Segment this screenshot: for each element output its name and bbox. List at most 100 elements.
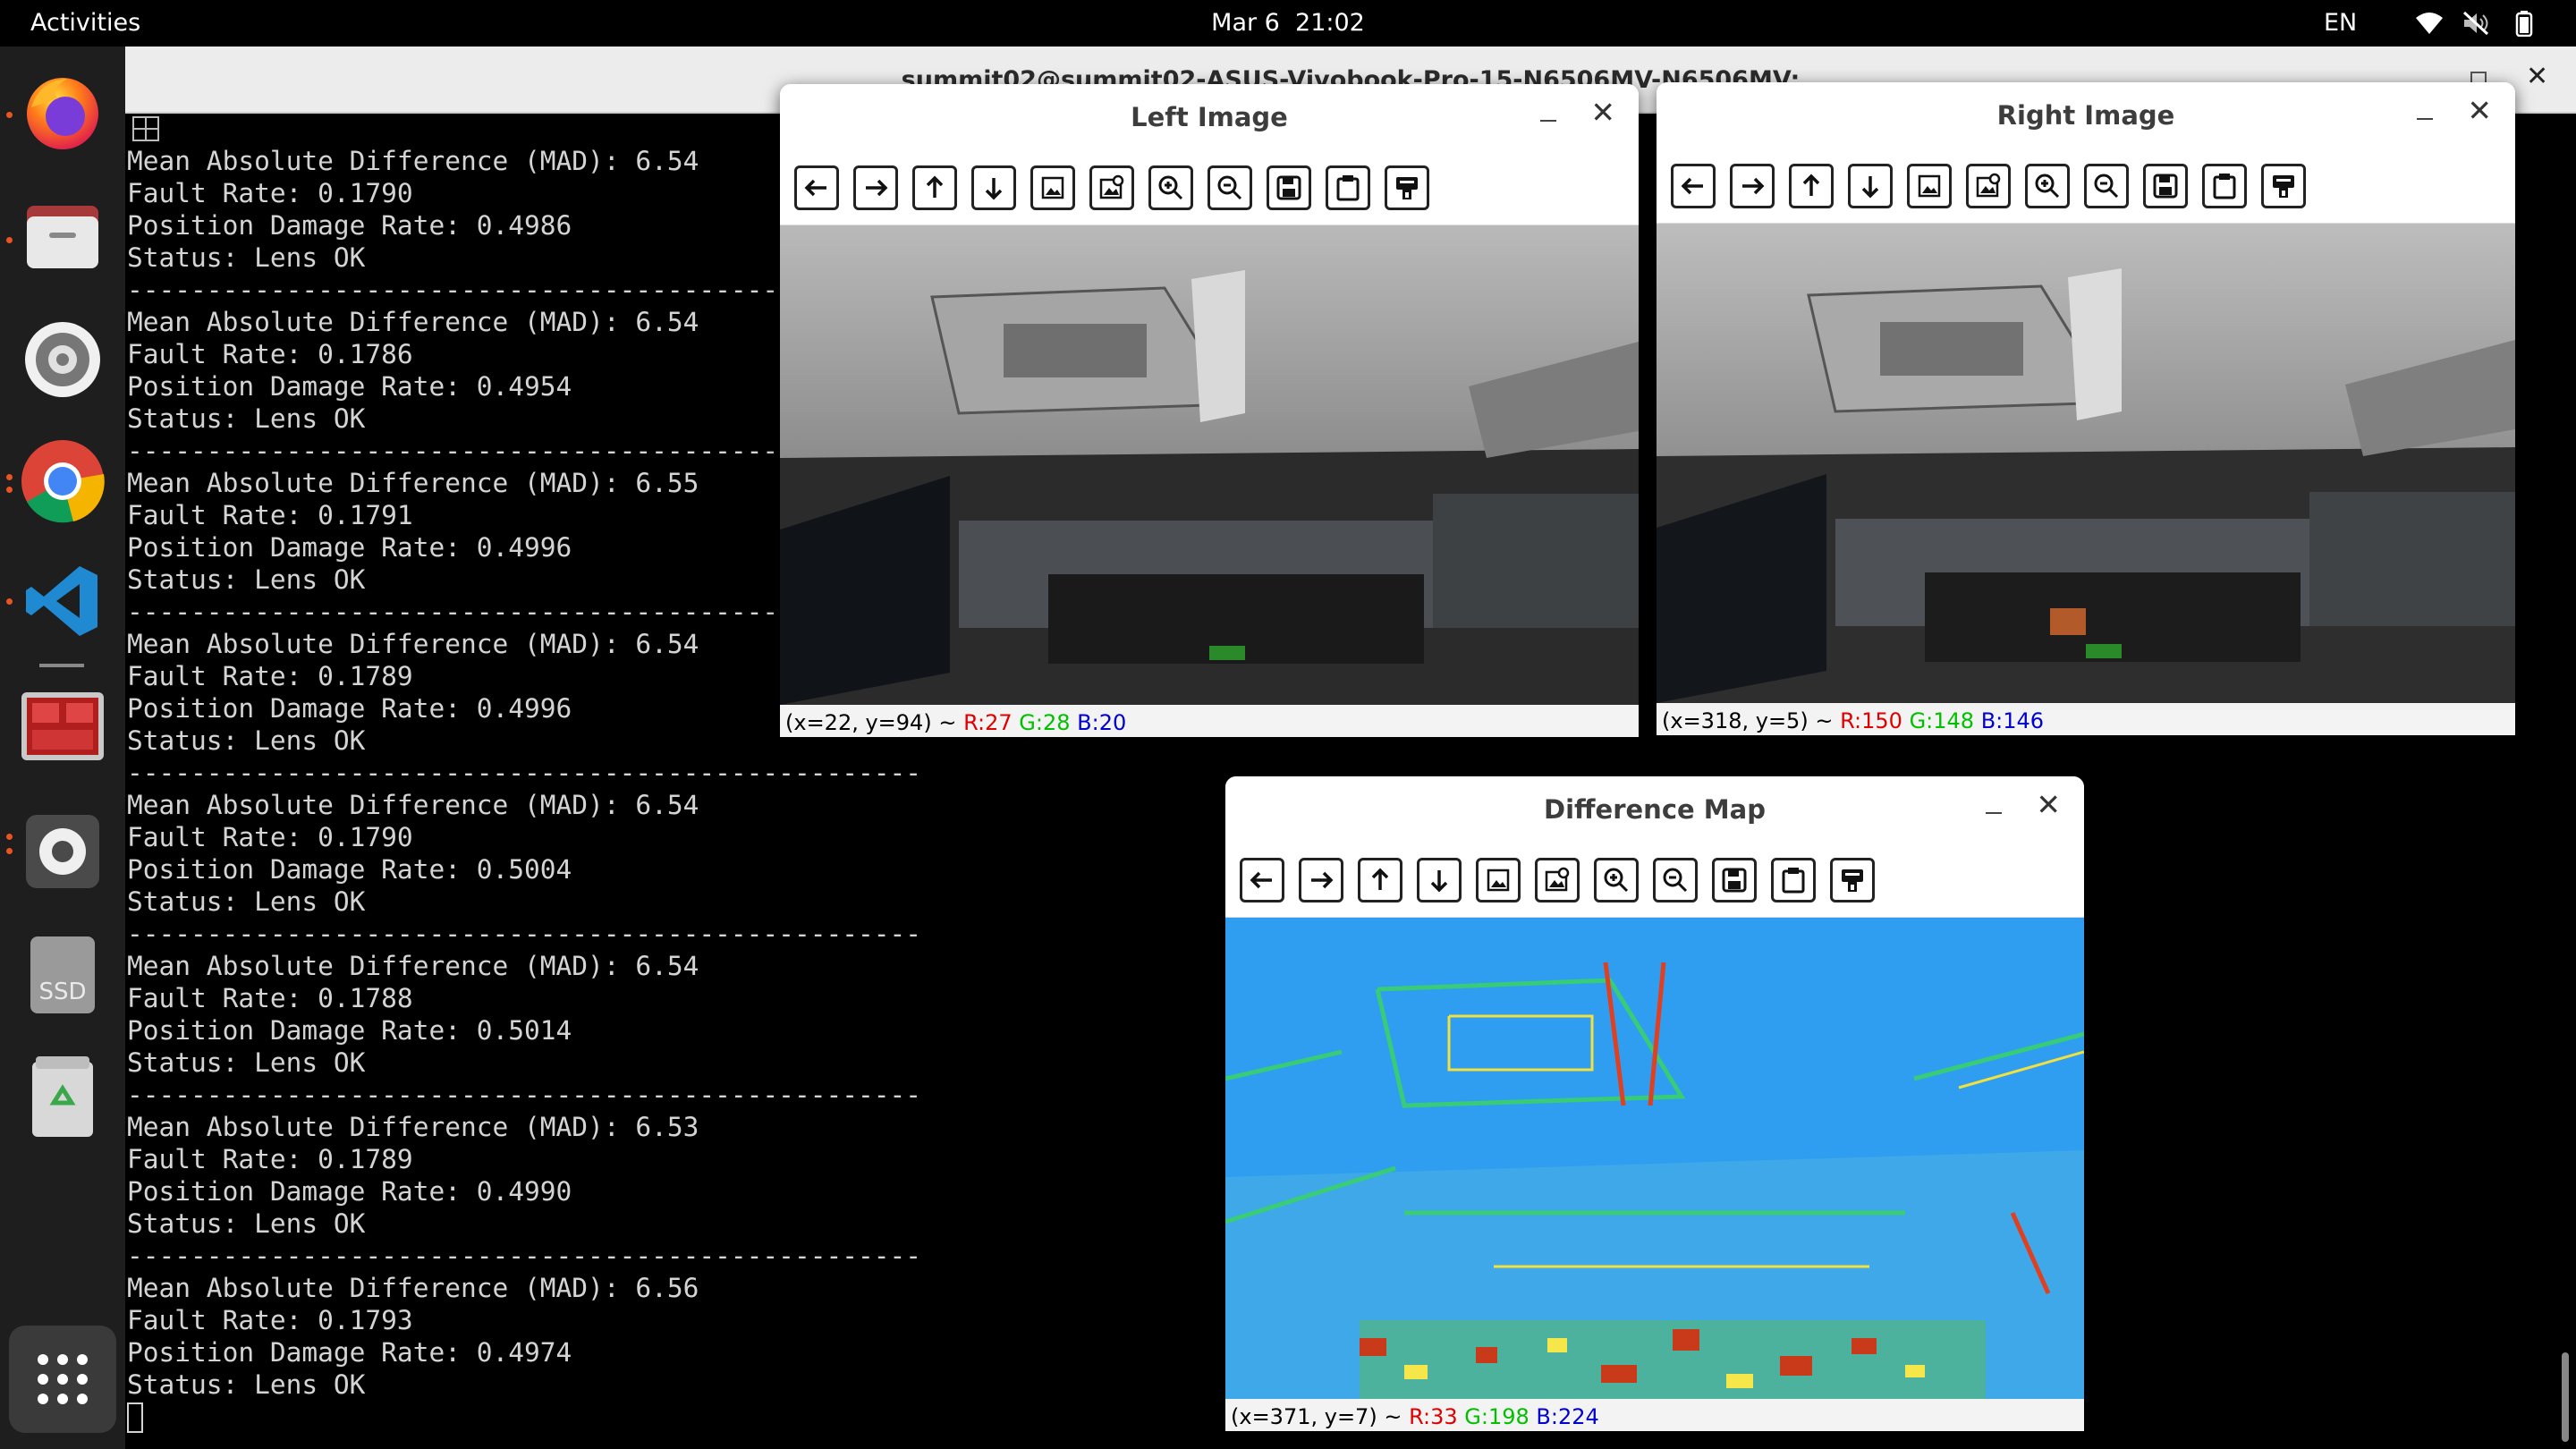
close-button[interactable]: ✕ bbox=[2467, 93, 2492, 128]
left-image-title: Left Image bbox=[1131, 102, 1288, 132]
settings-running-indicator bbox=[6, 834, 13, 840]
right-image-canvas[interactable] bbox=[1657, 224, 2515, 703]
pan-up-button[interactable] bbox=[912, 165, 957, 210]
right-image-window[interactable]: Right Image ✕ (x=318, y=5) ~ R:150 G:148… bbox=[1657, 82, 2515, 735]
properties-button[interactable] bbox=[1385, 165, 1429, 210]
difference-map-titlebar[interactable]: Difference Map ✕ bbox=[1225, 776, 2084, 843]
pan-down-button[interactable] bbox=[1417, 857, 1462, 902]
zoom-in-button[interactable] bbox=[1148, 165, 1193, 210]
dock-settings[interactable] bbox=[18, 807, 107, 896]
minimize-button[interactable] bbox=[1986, 812, 2002, 814]
status-red: R:27 bbox=[963, 710, 1013, 735]
terminal-line: Status: Lens OK bbox=[127, 1208, 366, 1239]
activities-button[interactable]: Activities bbox=[30, 9, 140, 37]
clock[interactable]: Mar 6 21:02 bbox=[0, 9, 2576, 37]
pan-right-icon bbox=[866, 179, 888, 196]
difference-heatmap-image[interactable] bbox=[1225, 918, 2084, 1399]
zoom-fit-button[interactable] bbox=[1476, 857, 1521, 902]
dock-trash[interactable] bbox=[18, 1053, 107, 1142]
minimize-button[interactable] bbox=[2417, 118, 2433, 120]
copy-clipboard-button[interactable] bbox=[1326, 165, 1370, 210]
zoom-out-button[interactable] bbox=[2084, 163, 2129, 208]
wifi-icon[interactable] bbox=[2415, 10, 2444, 37]
terminal-line: Mean Absolute Difference (MAD): 6.53 bbox=[127, 1112, 699, 1142]
system-monitor-icon bbox=[21, 692, 104, 760]
battery-icon[interactable] bbox=[2510, 10, 2538, 37]
files-icon bbox=[27, 206, 98, 268]
status-red: R:150 bbox=[1840, 708, 1902, 733]
volume-muted-icon[interactable] bbox=[2462, 10, 2490, 37]
settings-running-indicator-2 bbox=[6, 848, 13, 854]
pan-left-button[interactable] bbox=[794, 165, 839, 210]
left-image-canvas[interactable] bbox=[780, 225, 1639, 705]
pan-down-button[interactable] bbox=[1848, 163, 1893, 208]
properties-button[interactable] bbox=[1830, 857, 1875, 902]
right-image-titlebar[interactable]: Right Image ✕ bbox=[1657, 82, 2515, 148]
copy-clipboard-button[interactable] bbox=[1771, 857, 1816, 902]
terminal-scrollbar[interactable] bbox=[2562, 1352, 2569, 1442]
difference-map-window[interactable]: Difference Map ✕ (x=371, y=7) ~ R:33 G:1… bbox=[1225, 776, 2084, 1431]
dock-ssd-drive[interactable]: SSD bbox=[18, 930, 107, 1020]
pixel-status-bar: (x=318, y=5) ~ R:150 G:148 B:146 bbox=[1657, 703, 2515, 735]
left-image-titlebar[interactable]: Left Image ✕ bbox=[780, 84, 1639, 150]
show-apps-button[interactable] bbox=[9, 1326, 116, 1433]
zoom-out-button[interactable] bbox=[1653, 857, 1698, 902]
left-image-window[interactable]: Left Image ✕ (x=22, y=94) ~ R:27 G:28 B:… bbox=[780, 84, 1639, 737]
pan-right-button[interactable] bbox=[853, 165, 898, 210]
minimize-button[interactable] bbox=[1540, 120, 1556, 122]
dock-files[interactable] bbox=[18, 192, 107, 282]
pan-up-button[interactable] bbox=[1789, 163, 1834, 208]
terminal-line: Position Damage Rate: 0.4974 bbox=[127, 1337, 572, 1368]
pan-right-button[interactable] bbox=[1299, 857, 1343, 902]
dock-chrome[interactable] bbox=[18, 436, 107, 526]
pan-down-icon bbox=[985, 177, 1003, 199]
terminal-separator-line: ----------------------------------------… bbox=[127, 758, 922, 788]
right-camera-image[interactable] bbox=[1657, 224, 2515, 703]
zoom-original-icon bbox=[1545, 867, 1570, 891]
save-button[interactable] bbox=[1267, 165, 1311, 210]
pan-down-button[interactable] bbox=[971, 165, 1016, 210]
status-blue: B:20 bbox=[1077, 710, 1127, 735]
vscode-icon bbox=[26, 566, 97, 636]
zoom-fit-button[interactable] bbox=[1907, 163, 1952, 208]
difference-map-canvas[interactable] bbox=[1225, 918, 2084, 1399]
status-red: R:33 bbox=[1409, 1404, 1458, 1429]
pixel-status-bar: (x=371, y=7) ~ R:33 G:198 B:224 bbox=[1225, 1399, 2084, 1431]
status-position: (x=318, y=5) ~ bbox=[1662, 708, 1834, 733]
properties-button[interactable] bbox=[2261, 163, 2306, 208]
save-button[interactable] bbox=[1712, 857, 1757, 902]
language-indicator[interactable]: EN bbox=[2324, 9, 2357, 37]
save-button[interactable] bbox=[2143, 163, 2188, 208]
dock-settings-tool[interactable] bbox=[18, 315, 107, 404]
pan-left-button[interactable] bbox=[1240, 857, 1284, 902]
terminal-prompt[interactable] bbox=[127, 1401, 921, 1433]
copy-clipboard-button[interactable] bbox=[2202, 163, 2247, 208]
tab-grid-icon[interactable] bbox=[132, 116, 159, 141]
pan-up-icon bbox=[1371, 868, 1389, 890]
zoom-original-button[interactable] bbox=[1535, 857, 1580, 902]
pan-up-button[interactable] bbox=[1358, 857, 1402, 902]
zoom-fit-button[interactable] bbox=[1030, 165, 1075, 210]
properties-icon bbox=[1396, 176, 1418, 199]
close-button[interactable]: ✕ bbox=[2036, 787, 2061, 822]
pan-down-icon bbox=[1861, 175, 1879, 198]
settings-gear-icon bbox=[25, 322, 100, 397]
pan-left-button[interactable] bbox=[1671, 163, 1716, 208]
pan-left-icon bbox=[804, 179, 826, 196]
zoom-in-button[interactable] bbox=[2025, 163, 2070, 208]
zoom-original-button[interactable] bbox=[1089, 165, 1134, 210]
right-image-title: Right Image bbox=[1996, 100, 2175, 131]
terminal-close-button[interactable]: ✕ bbox=[2526, 61, 2548, 92]
dock-system-monitor[interactable] bbox=[18, 682, 107, 771]
pan-right-button[interactable] bbox=[1730, 163, 1775, 208]
image-toolbar bbox=[1657, 148, 2515, 224]
zoom-in-button[interactable] bbox=[1594, 857, 1639, 902]
status-position: (x=22, y=94) ~ bbox=[785, 710, 957, 735]
files-running-indicator bbox=[6, 237, 13, 243]
dock-firefox[interactable] bbox=[18, 67, 107, 157]
left-camera-image[interactable] bbox=[780, 225, 1639, 705]
zoom-original-button[interactable] bbox=[1966, 163, 2011, 208]
zoom-out-button[interactable] bbox=[1208, 165, 1252, 210]
close-button[interactable]: ✕ bbox=[1590, 95, 1615, 130]
dock-vscode[interactable] bbox=[18, 556, 107, 646]
